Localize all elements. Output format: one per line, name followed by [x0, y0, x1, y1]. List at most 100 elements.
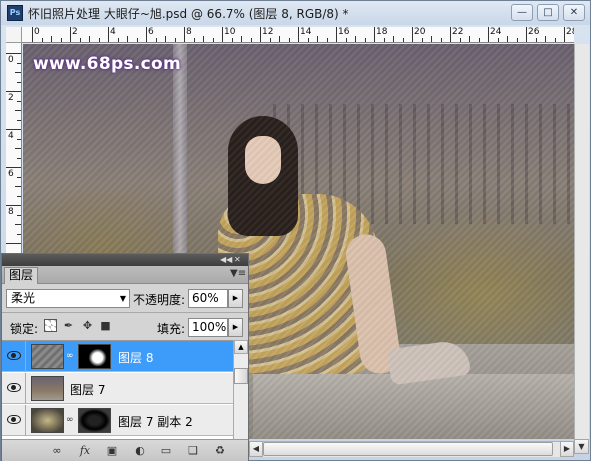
ruler-origin[interactable] — [6, 27, 22, 43]
layer-name[interactable]: 图层 7 副本 2 — [118, 413, 193, 430]
ruler-label: 10 — [224, 27, 236, 37]
ruler-tick — [6, 129, 21, 130]
layer-name[interactable]: 图层 8 — [118, 349, 153, 366]
ruler-tick — [516, 38, 518, 42]
maximize-button[interactable]: □ — [537, 4, 559, 21]
ruler-tick — [17, 62, 21, 64]
ruler-label: 4 — [8, 131, 14, 141]
horizontal-scroll-thumb[interactable] — [263, 442, 553, 456]
ruler-tick — [6, 205, 21, 206]
layer-name[interactable]: 图层 7 — [70, 381, 105, 398]
ruler-tick — [222, 27, 223, 42]
close-button[interactable]: ✕ — [563, 4, 585, 21]
ruler-tick — [51, 36, 52, 42]
layer-row[interactable]: ∞ 图层 8 — [2, 341, 233, 372]
ruler-tick — [307, 38, 309, 42]
ruler-label: 12 — [262, 27, 274, 37]
layer-row[interactable]: 图层 7 — [2, 373, 233, 404]
scroll-left-button[interactable]: ◀ — [249, 441, 263, 457]
layer-thumbnail[interactable] — [31, 376, 64, 401]
ruler-tick — [326, 38, 328, 42]
ruler-tick — [70, 27, 71, 42]
adjustment-layer-icon[interactable]: ◐ — [131, 443, 149, 459]
lock-position-move-icon[interactable]: ✥ — [81, 319, 94, 332]
panel-menu-icon[interactable]: ▼≡ — [230, 268, 246, 279]
ruler-tick — [108, 27, 109, 42]
ruler-tick — [193, 38, 195, 42]
layer-mask-thumbnail[interactable] — [78, 344, 111, 369]
ruler-tick — [488, 27, 489, 42]
visibility-toggle[interactable] — [2, 405, 26, 436]
chain-link-icon[interactable]: ∞ — [66, 415, 74, 425]
vertical-scrollbar[interactable] — [574, 44, 589, 439]
ruler-tick — [17, 195, 21, 197]
ruler-tick — [155, 38, 157, 42]
close-icon: ✕ — [569, 7, 579, 18]
ruler-tick — [317, 36, 318, 42]
ruler-label: 4 — [110, 27, 116, 37]
new-layer-icon[interactable]: ❑ — [184, 443, 202, 459]
blend-mode-value: 柔光 — [11, 291, 36, 305]
tab-layers[interactable]: 图层 — [4, 267, 38, 284]
ruler-tick — [412, 27, 413, 42]
ruler-tick — [440, 38, 442, 42]
title-bar[interactable]: Ps 怀旧照片处理 大眼仔~旭.psd @ 66.7% (图层 8, RGB/8… — [1, 1, 590, 25]
layer-thumbnail[interactable] — [31, 408, 64, 433]
visibility-toggle[interactable] — [2, 341, 26, 372]
ruler-tick — [17, 157, 21, 159]
chain-link-icon[interactable]: ∞ — [66, 351, 74, 361]
lock-all-padlock-icon[interactable]: ■ — [99, 319, 112, 332]
opacity-field[interactable]: 60% — [188, 289, 228, 308]
collapse-panel-icon[interactable]: ◀◀ — [220, 254, 232, 266]
layer-list-scrollbar[interactable]: ▲ — [233, 340, 248, 439]
trash-icon[interactable]: ♻ — [211, 443, 229, 459]
layer-thumbnail[interactable] — [31, 344, 64, 369]
scroll-down-button[interactable]: ▼ — [574, 439, 589, 454]
scroll-right-button[interactable]: ▶ — [560, 441, 574, 457]
document-window: Ps 怀旧照片处理 大眼仔~旭.psd @ 66.7% (图层 8, RGB/8… — [0, 0, 591, 461]
ruler-tick — [507, 36, 508, 42]
opacity-slider-button[interactable]: ▶ — [228, 289, 243, 308]
ruler-tick — [374, 27, 375, 42]
close-panel-icon[interactable]: ✕ — [234, 254, 241, 266]
add-mask-icon[interactable]: ▣ — [103, 443, 121, 459]
layer-list[interactable]: ∞ 图层 8 图层 7 ∞ 图层 7 副本 2 — [2, 340, 233, 439]
eye-icon — [7, 415, 21, 424]
layer-row[interactable]: ∞ 图层 7 副本 2 — [2, 405, 233, 436]
divider — [2, 312, 248, 313]
minimize-button[interactable]: — — [511, 4, 533, 21]
layer-mask-thumbnail[interactable] — [78, 408, 111, 433]
ruler-label: 2 — [72, 27, 78, 37]
horizontal-ruler[interactable]: 0246810121416182022242628 — [22, 27, 574, 43]
ruler-tick — [279, 36, 280, 42]
scroll-up-button[interactable]: ▲ — [234, 340, 248, 354]
ruler-label: 22 — [452, 27, 464, 37]
eye-icon — [7, 351, 21, 360]
ruler-tick — [564, 27, 565, 42]
ruler-tick — [6, 53, 21, 54]
link-layers-icon[interactable]: ∞ — [48, 443, 66, 459]
lock-pixels-brush-icon[interactable]: ✒ — [62, 319, 75, 332]
ruler-tick — [6, 243, 21, 244]
ruler-label: 2 — [8, 93, 14, 103]
fill-field[interactable]: 100% — [188, 318, 228, 337]
vertical-ruler[interactable]: 0 2 4 6 8 — [6, 43, 22, 253]
ruler-label: 0 — [8, 55, 14, 65]
layer-style-fx-icon[interactable]: fx — [76, 443, 94, 459]
fill-slider-button[interactable]: ▶ — [228, 318, 243, 337]
layers-panel: ◀◀ ✕ 图层 ▼≡ 柔光 ▼ 不透明度: 60% ▶ 锁定: ✒ ✥ ■ 填充… — [1, 253, 249, 461]
ruler-tick — [17, 138, 21, 140]
new-group-folder-icon[interactable]: ▭ — [157, 443, 175, 459]
lock-transparency-icon[interactable] — [44, 319, 57, 332]
ruler-label: 8 — [186, 27, 192, 37]
ruler-tick — [203, 36, 204, 42]
visibility-toggle[interactable] — [2, 373, 26, 404]
eye-icon — [7, 383, 21, 392]
ruler-tick — [6, 167, 21, 168]
arrow-up-icon: ▲ — [238, 343, 244, 351]
blend-mode-select[interactable]: 柔光 ▼ — [6, 289, 130, 308]
ruler-tick — [269, 38, 271, 42]
layer-scroll-thumb[interactable] — [234, 368, 248, 384]
ruler-tick — [383, 38, 385, 42]
panel-header-strip[interactable]: ◀◀ ✕ — [2, 254, 248, 266]
